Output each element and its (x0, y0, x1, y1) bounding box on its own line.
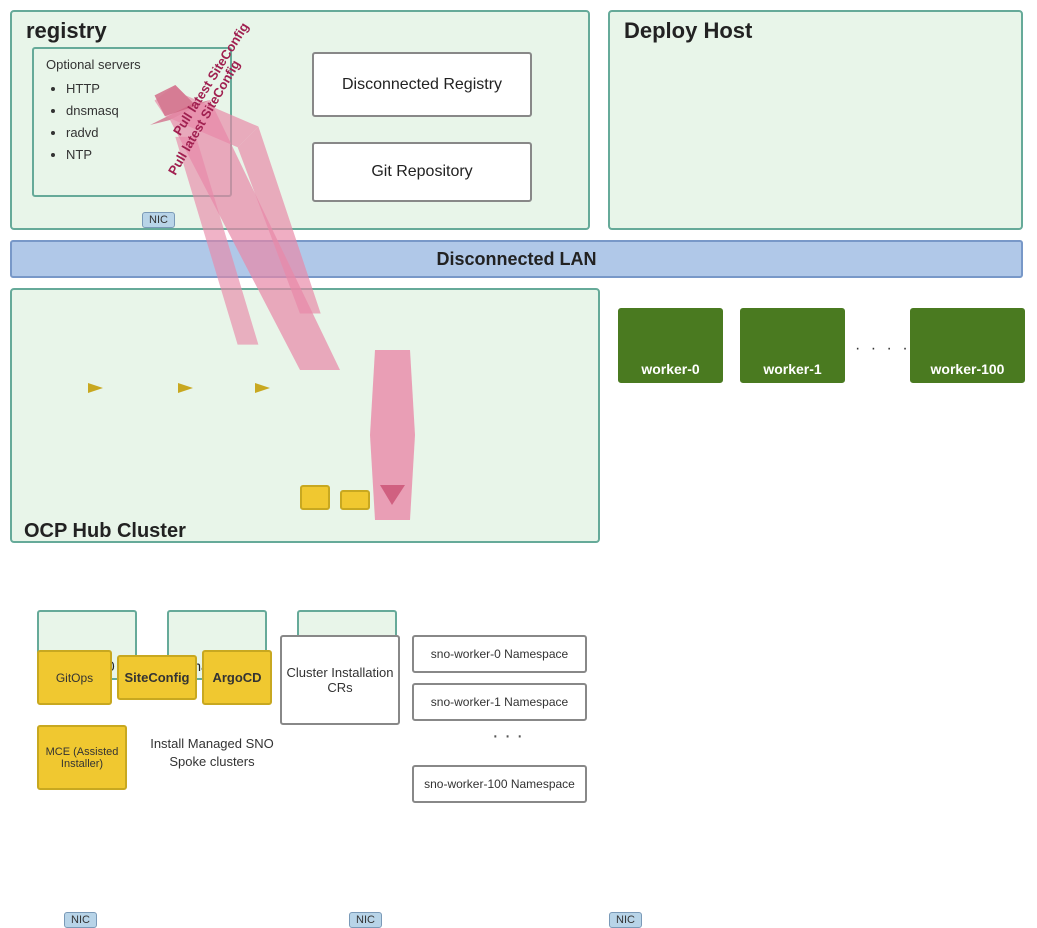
worker-1-box: NIC worker-1 (740, 308, 845, 383)
namespace-0-box: sno-worker-0 Namespace (412, 635, 587, 673)
argocd-box: ArgoCD (202, 650, 272, 705)
worker-1-label: worker-1 (763, 361, 821, 377)
worker-100-box: NIC worker-100 (910, 308, 1025, 383)
namespace-1-box: sno-worker-1 Namespace (412, 683, 587, 721)
master-1-nic: NIC (349, 912, 382, 928)
optional-servers-title: Optional servers (46, 57, 218, 72)
namespace-1-label: sno-worker-1 Namespace (431, 695, 568, 709)
ocp-hub-title: OCP Hub Cluster (24, 520, 186, 543)
deploy-host-box: Deploy Host openshift client (oc) Progra… (608, 10, 1023, 230)
siteconfig-label: SiteConfig (125, 670, 190, 685)
small-yellow-box-1 (300, 485, 330, 510)
arrow-gitops-siteconfig (88, 378, 108, 398)
diagram: registry Optional servers HTTP dnsmasq r… (0, 0, 1037, 555)
gitops-box: GitOps (37, 650, 112, 705)
cluster-install-box: Cluster Installation CRs (280, 635, 400, 725)
arrow-argocd-cluster (255, 378, 275, 398)
siteconfig-box: SiteConfig (117, 655, 197, 700)
deploy-host-title: Deploy Host (624, 18, 752, 44)
namespace-100-label: sno-worker-100 Namespace (424, 777, 575, 791)
small-yellow-box-2 (340, 490, 370, 510)
worker-0-box: NIC worker-0 (618, 308, 723, 383)
cluster-install-label: Cluster Installation CRs (282, 665, 398, 695)
mce-label: MCE (Assisted Installer) (43, 746, 121, 770)
arrow-crs-namespaces (370, 350, 415, 520)
master-0-nic: NIC (64, 912, 97, 928)
install-managed-label: Install Managed SNO Spoke clusters (147, 735, 277, 771)
arrow-siteconfig-argocd (178, 378, 198, 398)
argocd-label: ArgoCD (212, 670, 261, 685)
namespace-100-box: sno-worker-100 Namespace (412, 765, 587, 803)
registry-title: registry (26, 18, 107, 44)
git-repo-label: Git Repository (371, 163, 472, 181)
worker-0-label: worker-0 (641, 361, 699, 377)
namespace-dots: · · · (492, 725, 523, 748)
master-2-nic: NIC (609, 912, 642, 928)
disconnected-lan-label: Disconnected LAN (436, 249, 596, 270)
main-pull-arrow-svg (140, 90, 370, 390)
mce-box: MCE (Assisted Installer) (37, 725, 127, 790)
namespace-0-label: sno-worker-0 Namespace (431, 647, 568, 661)
gitops-label: GitOps (56, 671, 93, 685)
worker-100-label: worker-100 (931, 361, 1005, 377)
